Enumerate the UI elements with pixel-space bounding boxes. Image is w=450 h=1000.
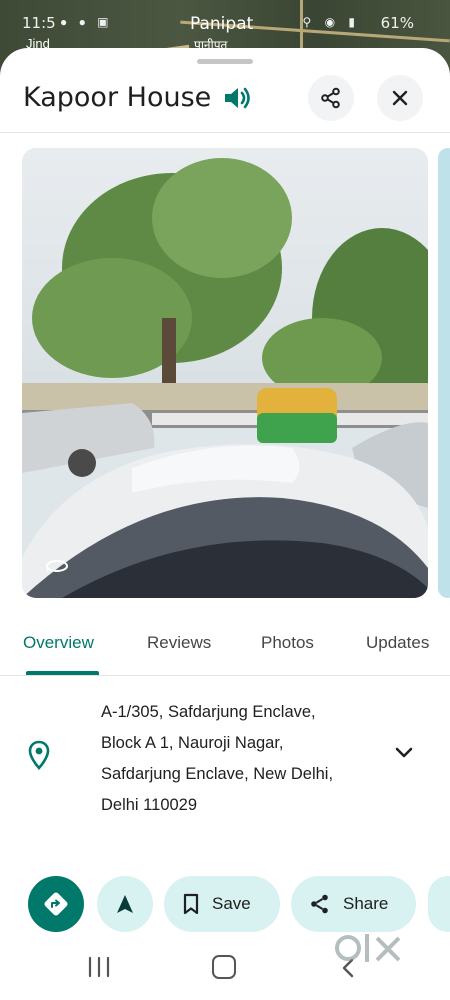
tab-photos[interactable]: Photos — [261, 633, 314, 653]
address-line: Block A 1, Nauroji Nagar, — [101, 734, 284, 752]
signal-icons: ⚲ ◉ ▮ — [302, 15, 360, 29]
status-time: 11:5 — [22, 14, 56, 32]
share-icon — [321, 87, 340, 109]
next-photo-preview[interactable] — [438, 148, 450, 598]
street-view-scene — [22, 158, 428, 598]
share-button[interactable]: Share — [291, 876, 416, 932]
address-line: Safdarjung Enclave, New Delhi, — [101, 765, 334, 783]
chevron-down-icon[interactable] — [393, 745, 415, 761]
header-divider — [0, 132, 450, 133]
share-button-label: Share — [343, 894, 389, 913]
directions-icon — [44, 892, 68, 916]
rotate-360-icon — [46, 560, 68, 572]
location-pin-icon — [28, 740, 50, 770]
place-title: Kapoor House — [23, 82, 212, 113]
share-icon — [311, 894, 328, 914]
share-button-top[interactable] — [308, 75, 354, 121]
map-city-label: Panipat — [190, 14, 254, 34]
address-line: Delhi 110029 — [101, 796, 198, 814]
tab-overview[interactable]: Overview — [23, 633, 94, 653]
tab-updates[interactable]: Updates — [366, 633, 429, 653]
tab-reviews[interactable]: Reviews — [147, 633, 211, 653]
close-icon — [392, 90, 408, 106]
save-button-label: Save — [212, 894, 251, 913]
address-text[interactable]: A-1/305, Safdarjung Enclave, Block A 1, … — [101, 697, 381, 821]
notification-icons: ● ● ▣ — [60, 15, 113, 29]
battery-level: 61% — [380, 14, 414, 32]
save-button[interactable]: Save — [164, 876, 280, 932]
bookmark-icon — [183, 893, 199, 915]
directions-button[interactable] — [28, 876, 84, 932]
speaker-icon[interactable] — [222, 84, 252, 112]
place-tabs: Overview Reviews Photos Updates — [0, 618, 450, 678]
olx-watermark-logo — [335, 934, 401, 962]
home-icon[interactable] — [212, 955, 236, 979]
address-line: A-1/305, Safdarjung Enclave, — [101, 703, 316, 721]
more-actions-button[interactable] — [428, 876, 450, 932]
recent-apps-icon[interactable] — [87, 956, 111, 978]
drag-handle[interactable] — [197, 59, 253, 64]
start-navigation-button[interactable] — [97, 876, 153, 932]
street-view-photo[interactable] — [22, 148, 428, 598]
close-button[interactable] — [377, 75, 423, 121]
navigation-arrow-icon — [117, 895, 133, 913]
tabs-divider — [0, 675, 450, 676]
